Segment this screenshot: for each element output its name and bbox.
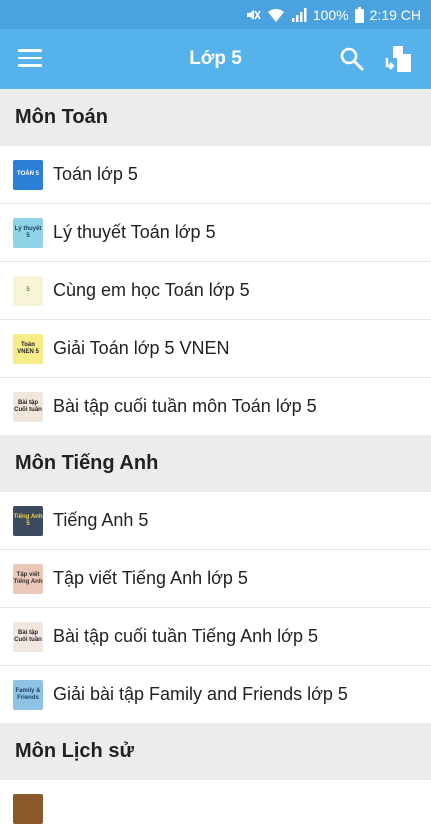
list-item[interactable]: Toán VNEN 5 Giải Toán lớp 5 VNEN — [0, 320, 431, 378]
list-item[interactable]: Tập viết Tiếng Anh Tập viết Tiếng Anh lớp… — [0, 550, 431, 608]
section-header: Môn Toán — [0, 89, 431, 146]
subject-list: Môn Toán TOÁN 5 Toán lớp 5 Lý thuyết 5 Lý th… — [0, 89, 431, 837]
book-thumbnail: Tập viết Tiếng Anh — [13, 563, 43, 594]
list-item-label: Tập viết Tiếng Anh lớp 5 — [53, 568, 248, 588]
book-thumbnail: TOÁN 5 — [13, 159, 43, 190]
list-item[interactable]: Bài tập Cuối tuần Bài tập cuối tuần Tiếng… — [0, 608, 431, 666]
book-thumbnail — [13, 793, 43, 824]
list-item[interactable]: Family & Friends Giải bài tập Family and … — [0, 666, 431, 723]
section-list: Tiếng Anh 5 Tiếng Anh 5 Tập viết Tiếng Anh… — [0, 492, 431, 723]
book-thumbnail: 5 — [13, 275, 43, 306]
section-header: Môn Tiếng Anh — [0, 435, 431, 492]
list-item-label: Cùng em học Toán lớp 5 — [53, 280, 250, 300]
app-bar: Lớp 5 — [0, 29, 431, 89]
section-list: TOÁN 5 Toán lớp 5 Lý thuyết 5 Lý thuyết Toá… — [0, 146, 431, 435]
list-item-label: Giải Toán lớp 5 VNEN — [53, 338, 230, 358]
page-title: Lớp 5 — [189, 48, 242, 69]
book-thumbnail: Tiếng Anh 5 — [13, 505, 43, 536]
list-item-label: Toán lớp 5 — [53, 164, 138, 184]
battery-icon — [354, 6, 364, 23]
book-thumbnail: Bài tập Cuối tuần — [13, 391, 43, 422]
list-item[interactable]: Lý thuyết 5 Lý thuyết Toán lớp 5 — [0, 204, 431, 262]
section-list — [0, 780, 431, 837]
list-item-label: Bài tập cuối tuần Tiếng Anh lớp 5 — [53, 626, 318, 646]
list-item[interactable]: TOÁN 5 Toán lớp 5 — [0, 146, 431, 204]
status-bar: 100% 2:19 CH — [0, 0, 431, 29]
status-time: 2:19 CH — [369, 6, 421, 23]
list-item[interactable]: Bài tập Cuối tuần Bài tập cuối tuần môn T… — [0, 378, 431, 435]
book-thumbnail: Family & Friends — [13, 679, 43, 710]
list-item-label: Tiếng Anh 5 — [53, 510, 149, 530]
switch-class-icon[interactable] — [383, 44, 413, 74]
list-item[interactable] — [0, 780, 431, 837]
wifi-icon — [267, 7, 285, 23]
signal-icon — [291, 7, 307, 23]
mute-icon — [245, 7, 261, 23]
list-item-label: Bài tập cuối tuần môn Toán lớp 5 — [53, 396, 317, 416]
list-item-label: Lý thuyết Toán lớp 5 — [53, 222, 216, 242]
section-header: Môn Lịch sử — [0, 723, 431, 780]
list-item-label: Giải bài tập Family and Friends lớp 5 — [53, 684, 348, 704]
book-thumbnail: Lý thuyết 5 — [13, 217, 43, 248]
book-thumbnail: Toán VNEN 5 — [13, 333, 43, 364]
search-icon[interactable] — [339, 46, 365, 72]
list-item[interactable]: 5 Cùng em học Toán lớp 5 — [0, 262, 431, 320]
book-thumbnail: Bài tập Cuối tuần — [13, 621, 43, 652]
battery-percent: 100% — [312, 6, 349, 23]
list-item[interactable]: Tiếng Anh 5 Tiếng Anh 5 — [0, 492, 431, 550]
